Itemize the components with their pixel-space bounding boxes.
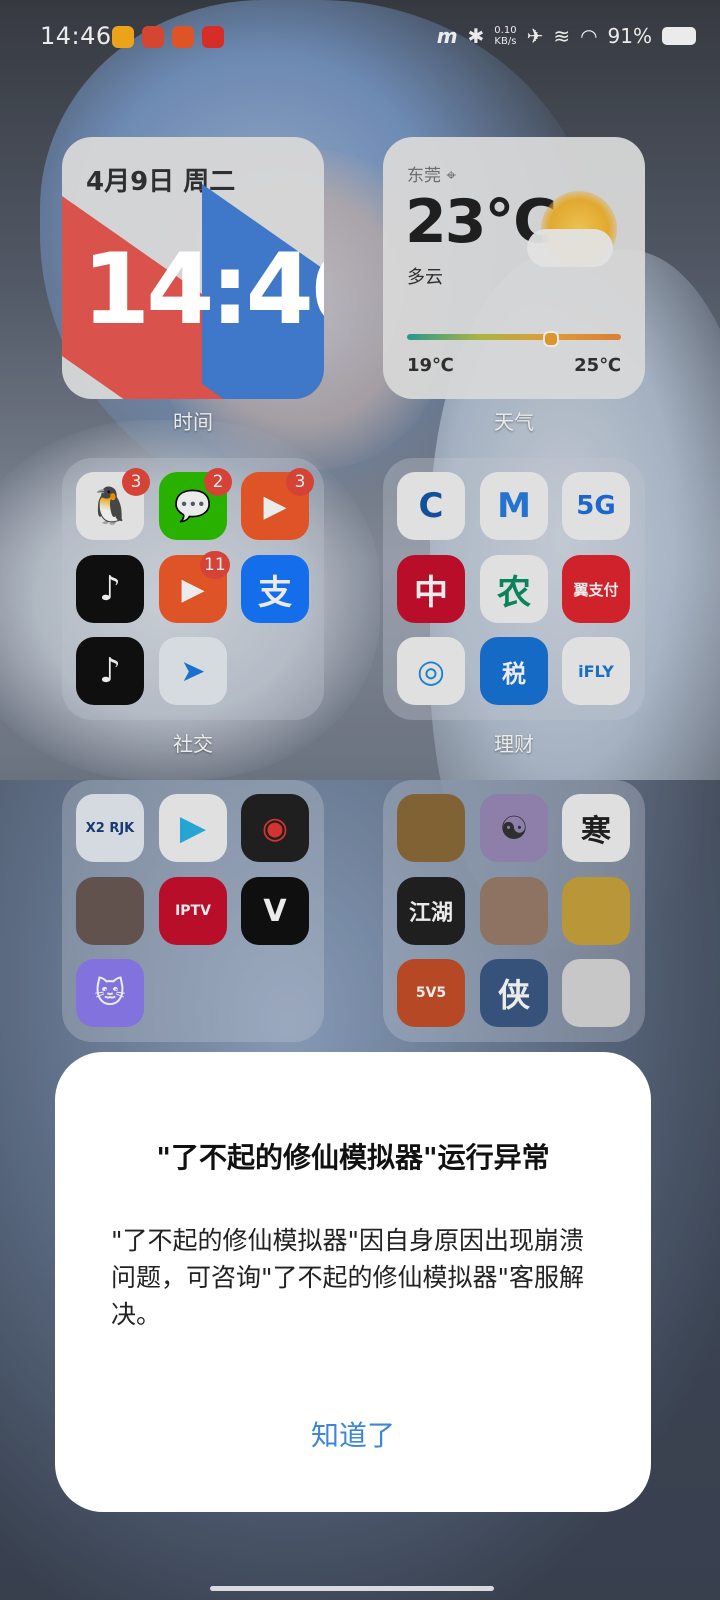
- dialog-message: "了不起的修仙模拟器"因自身原因出现崩溃问题，可咨询"了不起的修仙模拟器"客服解…: [111, 1226, 584, 1329]
- ok-button[interactable]: 知道了: [55, 1414, 651, 1454]
- dialog-title: "了不起的修仙模拟器"运行异常: [156, 1141, 550, 1174]
- home-indicator[interactable]: [210, 1586, 494, 1591]
- crash-dialog: "了不起的修仙模拟器"运行异常 "了不起的修仙模拟器"因自身原因出现崩溃问题，可…: [55, 1052, 651, 1512]
- widget-clock: 14:46: [82, 233, 324, 347]
